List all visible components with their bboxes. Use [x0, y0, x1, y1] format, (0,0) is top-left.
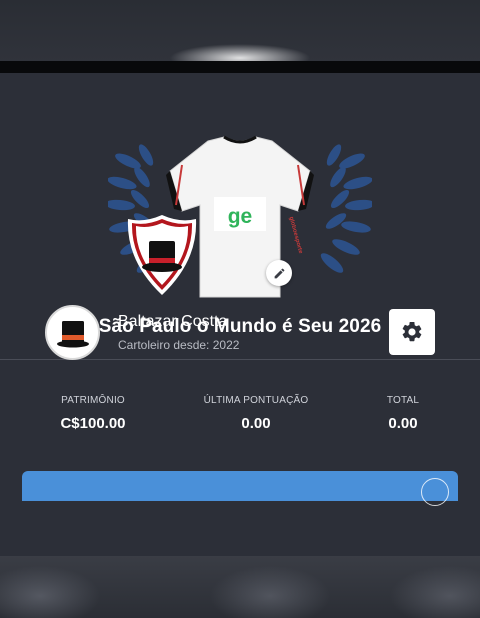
top-hat-icon	[56, 320, 89, 347]
settings-button[interactable]	[389, 309, 435, 355]
stat-label-patrimonio: PATRIMÔNIO	[61, 395, 125, 406]
user-name: Baltazar Costta	[118, 313, 228, 330]
header-bar	[0, 61, 480, 73]
user-since: Cartoleiro desde: 2022	[118, 338, 240, 352]
blurred-bottom-area	[0, 556, 480, 618]
stat-value-total: 0.00	[388, 415, 418, 432]
avatar[interactable]	[45, 305, 100, 360]
action-button[interactable]	[22, 471, 458, 501]
stat-label-ultima-pontuacao: ÚLTIMA PONTUAÇÃO	[203, 395, 309, 406]
stat-value-ultima-pontuacao: 0.00	[241, 415, 271, 432]
shirt-sponsor-logo: ge	[227, 205, 253, 228]
edit-team-button[interactable]	[266, 260, 292, 286]
team-shield	[127, 215, 197, 295]
pencil-icon	[274, 268, 284, 278]
action-circle-icon[interactable]	[421, 478, 449, 506]
blurred-top-area	[0, 0, 480, 62]
stat-label-total: TOTAL	[386, 395, 420, 406]
gear-icon	[402, 321, 422, 342]
stat-value-patrimonio: C$100.00	[60, 415, 126, 432]
